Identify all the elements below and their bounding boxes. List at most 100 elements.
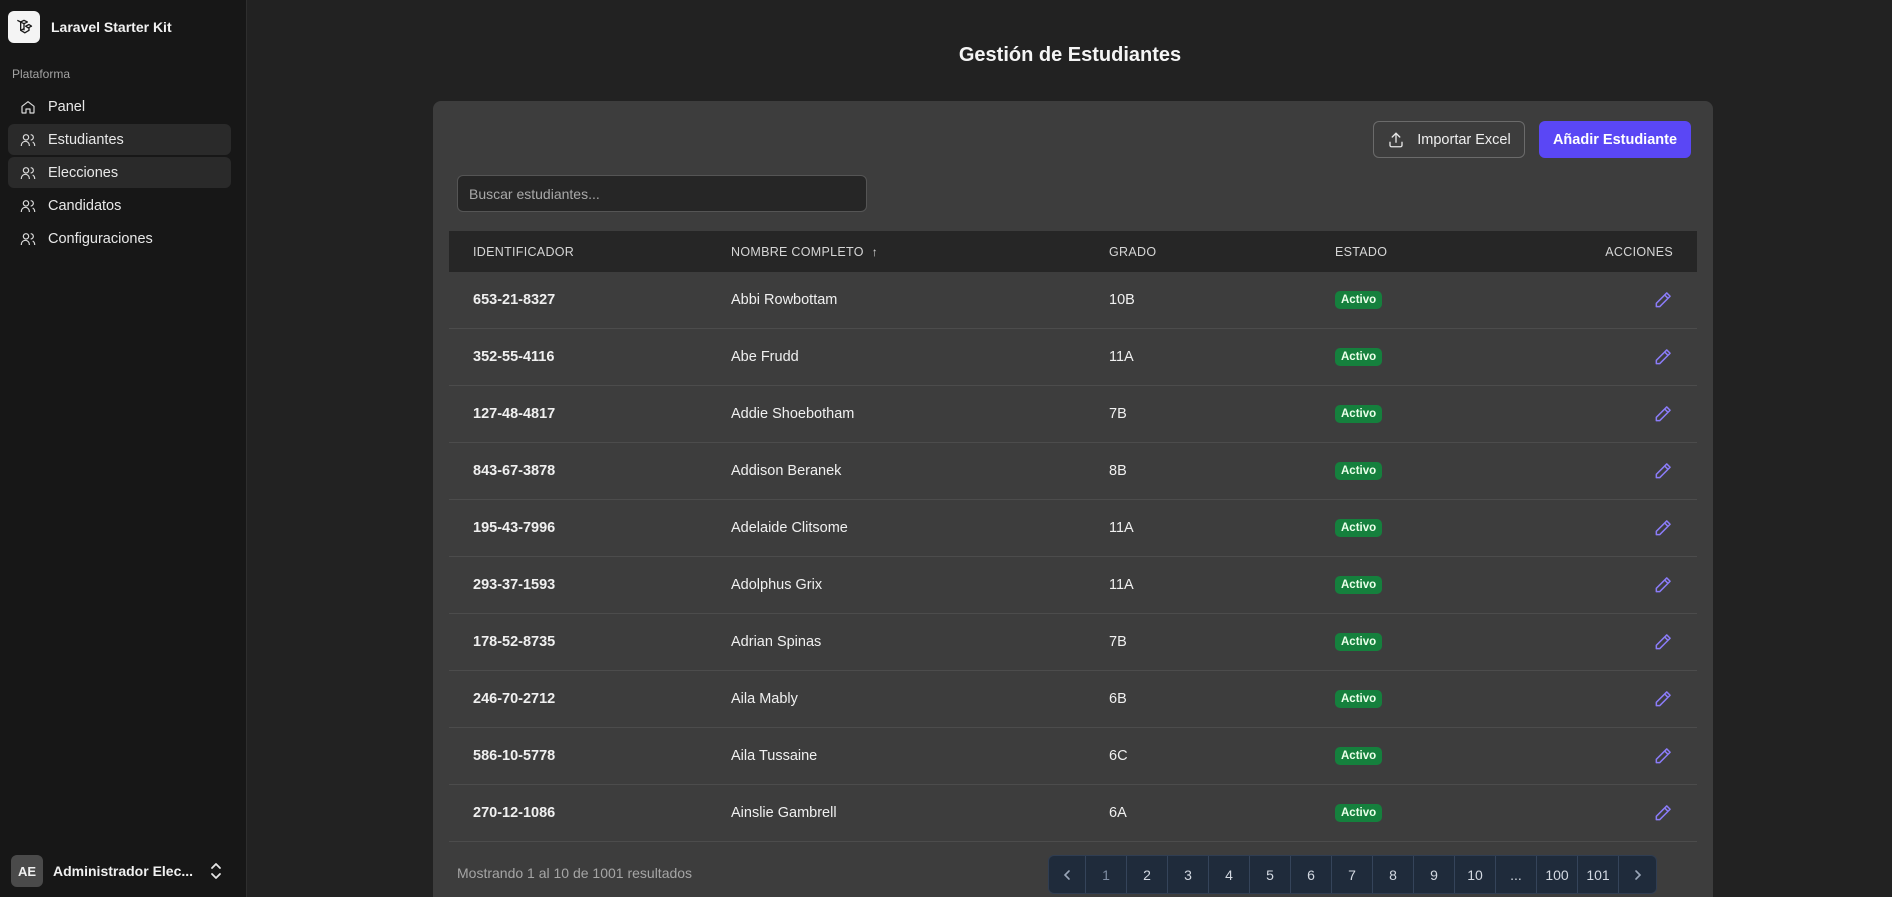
page-button[interactable]: 2: [1127, 856, 1168, 893]
user-menu[interactable]: AE Administrador Elec...: [11, 855, 223, 887]
add-student-button[interactable]: Añadir Estudiante: [1539, 121, 1691, 158]
status-badge: Activo: [1335, 291, 1383, 309]
cell-status: Activo: [1335, 576, 1555, 594]
results-summary: Mostrando 1 al 10 de 1001 resultados: [457, 865, 693, 881]
home-icon: [21, 100, 35, 114]
chevron-right-icon: [1634, 869, 1641, 880]
cell-status: Activo: [1335, 291, 1555, 309]
cell-status: Activo: [1335, 804, 1555, 822]
sidebar: Laravel Starter Kit Plataforma Panel Est…: [0, 0, 247, 897]
cell-grade: 11A: [1109, 577, 1134, 593]
cell-name: Addie Shoebotham: [731, 406, 855, 422]
sidebar-item-label: Elecciones: [48, 164, 119, 181]
page-button[interactable]: 7: [1332, 856, 1373, 893]
cell-id: 178-52-8735: [473, 634, 556, 650]
edit-pencil-icon[interactable]: [1653, 632, 1673, 652]
sidebar-item-panel[interactable]: Panel: [8, 91, 231, 122]
cell-actions: [1555, 575, 1697, 595]
cell-actions: [1555, 461, 1697, 481]
status-badge: Activo: [1335, 462, 1383, 480]
cell-status: Activo: [1335, 405, 1555, 423]
next-page-button[interactable]: [1619, 856, 1656, 893]
page-button[interactable]: 10: [1455, 856, 1496, 893]
prev-page-button[interactable]: [1049, 856, 1086, 893]
table-row: 843-67-3878 Addison Beranek 8B Activo: [449, 443, 1697, 500]
users-icon: [20, 232, 36, 245]
edit-pencil-icon[interactable]: [1653, 518, 1673, 538]
header-identificador[interactable]: IDENTIFICADOR: [449, 245, 731, 259]
page-ellipsis: ...: [1496, 856, 1537, 893]
cell-grade: 8B: [1109, 463, 1127, 479]
table-header: IDENTIFICADOR NOMBRE COMPLETO ↑ GRADO EST…: [449, 231, 1697, 272]
cell-grade: 7B: [1109, 634, 1127, 650]
users-icon: [20, 199, 36, 212]
status-badge: Activo: [1335, 348, 1383, 366]
page-button[interactable]: 8: [1373, 856, 1414, 893]
brand[interactable]: Laravel Starter Kit: [8, 11, 172, 43]
edit-pencil-icon[interactable]: [1653, 803, 1673, 823]
cell-status: Activo: [1335, 348, 1555, 366]
page-button[interactable]: 5: [1250, 856, 1291, 893]
table-row: 178-52-8735 Adrian Spinas 7B Activo: [449, 614, 1697, 671]
edit-pencil-icon[interactable]: [1653, 575, 1673, 595]
status-badge: Activo: [1335, 690, 1383, 708]
cell-id: 843-67-3878: [473, 463, 556, 479]
main-content: Gestión de Estudiantes Importar Excel Añ…: [248, 0, 1892, 897]
status-badge: Activo: [1335, 633, 1383, 651]
page-button[interactable]: 9: [1414, 856, 1455, 893]
page-button[interactable]: 100: [1537, 856, 1578, 893]
page-button[interactable]: 3: [1168, 856, 1209, 893]
chevron-left-icon: [1063, 869, 1070, 880]
cell-status: Activo: [1335, 519, 1555, 537]
students-table: IDENTIFICADOR NOMBRE COMPLETO ↑ GRADO EST…: [449, 231, 1697, 842]
cell-actions: [1555, 689, 1697, 709]
cell-status: Activo: [1335, 690, 1555, 708]
header-estado[interactable]: ESTADO: [1335, 245, 1555, 259]
edit-pencil-icon[interactable]: [1653, 746, 1673, 766]
table-row: 127-48-4817 Addie Shoebotham 7B Activo: [449, 386, 1697, 443]
cell-actions: [1555, 290, 1697, 310]
laravel-logo-icon: [8, 11, 40, 43]
table-row: 293-37-1593 Adolphus Grix 11A Activo: [449, 557, 1697, 614]
table-row: 653-21-8327 Abbi Rowbottam 10B Activo: [449, 272, 1697, 329]
header-acciones: ACCIONES: [1605, 244, 1673, 259]
header-grado[interactable]: GRADO: [1109, 245, 1335, 259]
edit-pencil-icon[interactable]: [1653, 290, 1673, 310]
avatar: AE: [11, 855, 43, 887]
students-card: Importar Excel Añadir Estudiante IDENTIF…: [433, 101, 1713, 897]
edit-pencil-icon[interactable]: [1653, 347, 1673, 367]
sidebar-nav: Panel Estudiantes Elecciones Candidatos …: [8, 91, 231, 256]
cell-grade: 11A: [1109, 520, 1134, 536]
cell-status: Activo: [1335, 462, 1555, 480]
cell-name: Abbi Rowbottam: [731, 292, 838, 308]
cell-name: Aila Tussaine: [731, 748, 818, 764]
users-icon: [20, 133, 36, 146]
cell-grade: 6B: [1109, 691, 1127, 707]
cell-grade: 10B: [1109, 292, 1135, 308]
page-title: Gestión de Estudiantes: [958, 44, 1182, 66]
cell-name: Adelaide Clitsome: [731, 520, 848, 536]
page-button[interactable]: 6: [1291, 856, 1332, 893]
cell-actions: [1555, 632, 1697, 652]
status-badge: Activo: [1335, 576, 1383, 594]
user-name: Administrador Elec...: [53, 863, 194, 879]
sidebar-item-estudiantes[interactable]: Estudiantes: [8, 124, 231, 155]
edit-pencil-icon[interactable]: [1653, 461, 1673, 481]
page-button[interactable]: 4: [1209, 856, 1250, 893]
sidebar-item-configuraciones[interactable]: Configuraciones: [8, 223, 231, 254]
edit-pencil-icon[interactable]: [1653, 404, 1673, 424]
cell-actions: [1555, 518, 1697, 538]
sidebar-item-label: Configuraciones: [48, 230, 153, 247]
header-nombre[interactable]: NOMBRE COMPLETO ↑: [731, 245, 1109, 259]
import-excel-button[interactable]: Importar Excel: [1373, 121, 1525, 158]
cell-id: 195-43-7996: [473, 520, 556, 536]
sidebar-item-elecciones[interactable]: Elecciones: [8, 157, 231, 188]
search-input[interactable]: [457, 175, 867, 212]
cell-name: Aila Mably: [731, 691, 798, 707]
cell-id: 270-12-1086: [473, 805, 556, 821]
page-button[interactable]: 1: [1086, 856, 1127, 893]
edit-pencil-icon[interactable]: [1653, 689, 1673, 709]
cell-id: 293-37-1593: [473, 577, 556, 593]
sidebar-item-candidatos[interactable]: Candidatos: [8, 190, 231, 221]
page-button[interactable]: 101: [1578, 856, 1619, 893]
